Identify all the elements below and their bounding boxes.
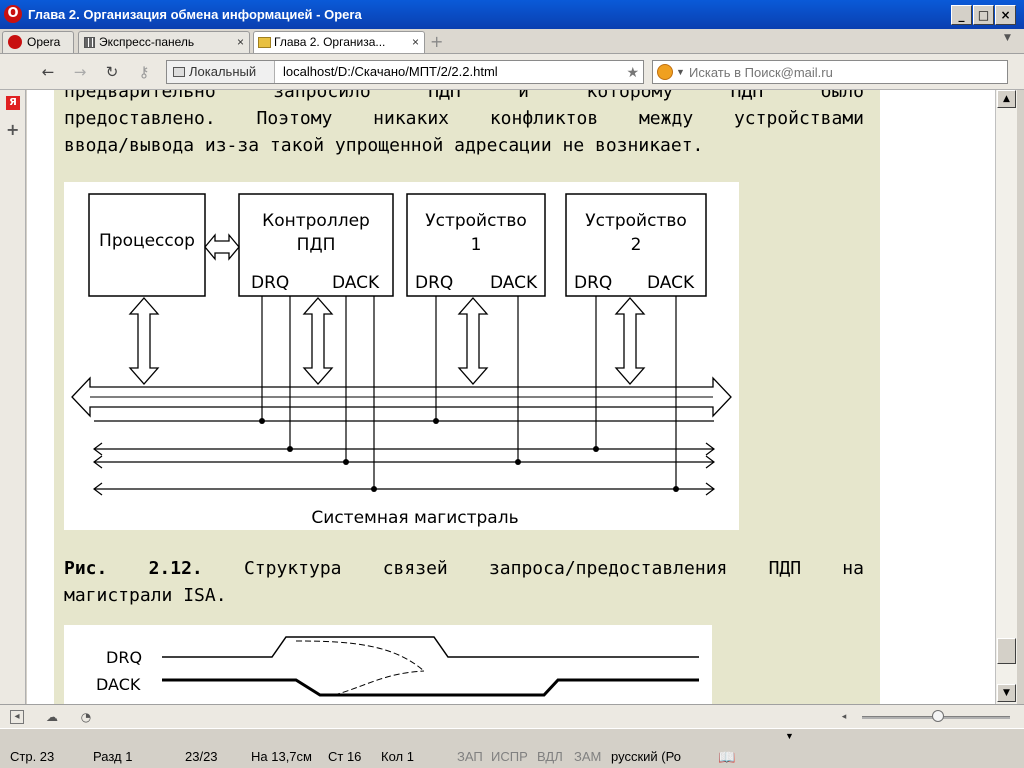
reload-icon[interactable]: ↻ bbox=[102, 62, 122, 82]
status-page: Стр. 23 bbox=[10, 749, 55, 764]
page-icon bbox=[258, 37, 271, 48]
document-body: предварительно запросило ПДП и которому … bbox=[54, 90, 880, 704]
cloud-icon[interactable]: ☁ bbox=[44, 709, 60, 725]
word-status-bar: ▼ Стр. 23 Разд 1 23/23 На 13,7см Ст 16 К… bbox=[0, 728, 1024, 768]
vertical-scrollbar[interactable]: ▲ ▼ bbox=[995, 90, 1017, 704]
tab-express-panel[interactable]: Экспресс-панель × bbox=[78, 31, 250, 53]
opera-bottom-bar: ◂ ☁ ◔ ◂ bbox=[0, 704, 1024, 728]
minimize-button[interactable]: _ bbox=[951, 5, 972, 25]
text-line: предварительно запросило ПДП и которому … bbox=[64, 90, 864, 102]
tab-chapter-2-label: Глава 2. Организа... bbox=[274, 35, 386, 49]
text-line: предоставлено. Поэтому никаких конфликто… bbox=[64, 108, 864, 129]
turbo-icon[interactable]: ◔ bbox=[78, 709, 94, 725]
device2-bus-arrow bbox=[614, 297, 646, 385]
processor-bus-arrow bbox=[128, 297, 160, 385]
address-bar[interactable]: Локальный localhost/D:/Скачано/МПТ/2/2.2… bbox=[166, 60, 644, 84]
yandex-icon[interactable]: Я bbox=[6, 96, 20, 110]
opera-menu-button[interactable]: Opera bbox=[2, 31, 74, 53]
back-arrow-icon[interactable]: ← bbox=[38, 62, 58, 82]
controller-label: ПДП bbox=[297, 235, 336, 255]
status-page-count: 23/23 bbox=[185, 749, 218, 764]
processor-label: Процессор bbox=[99, 231, 195, 251]
key-icon[interactable]: ⚷ bbox=[134, 62, 154, 82]
dack-label: DACK bbox=[647, 273, 695, 293]
figure-caption: Рис. 2.12. Структура связей запроса/пред… bbox=[64, 555, 864, 582]
processor-controller-arrow bbox=[204, 233, 240, 261]
spelling-book-icon[interactable]: 📖 bbox=[718, 749, 735, 766]
page-viewport: предварительно запросило ПДП и которому … bbox=[27, 90, 995, 704]
dack-label: DACK bbox=[490, 273, 538, 293]
status-section: Разд 1 bbox=[93, 749, 133, 764]
status-line: Ст 16 bbox=[328, 749, 362, 764]
tab-express-panel-label: Экспресс-панель bbox=[99, 35, 195, 49]
zoom-out-icon[interactable]: ◂ bbox=[836, 709, 852, 725]
tab-chapter-2[interactable]: Глава 2. Организа... × bbox=[253, 31, 425, 53]
toolbar-chevron-down-icon[interactable]: ▼ bbox=[785, 731, 794, 741]
caption-text: Структура связей запроса/предоставления … bbox=[202, 558, 864, 579]
forward-arrow-icon[interactable]: → bbox=[70, 62, 90, 82]
figure-diagram: Процессор Контроллер ПДП Устройство 1 Ус… bbox=[71, 193, 732, 528]
title-bar: O Глава 2. Организация обмена информацие… bbox=[0, 0, 1024, 29]
drq-label: DRQ bbox=[251, 273, 289, 293]
computer-icon bbox=[173, 67, 185, 77]
grid-icon bbox=[84, 37, 95, 48]
device1-bus-arrow bbox=[457, 297, 489, 385]
system-bus-label: Системная магистраль bbox=[311, 508, 518, 528]
window-title: Глава 2. Организация обмена информацией … bbox=[28, 7, 362, 22]
maximize-button[interactable]: □ bbox=[973, 5, 994, 25]
drq-label: DRQ bbox=[574, 273, 612, 293]
status-position: На 13,7см bbox=[251, 749, 312, 764]
device2-label: Устройство bbox=[585, 211, 687, 231]
tab-list-chevron-down-icon[interactable]: ▼ bbox=[1004, 33, 1011, 43]
close-tab-icon[interactable]: × bbox=[237, 32, 244, 52]
opera-logo-icon[interactable]: O bbox=[4, 5, 22, 23]
text-line: ввода/вывода из-за такой упрощенной адре… bbox=[64, 135, 704, 156]
scroll-down-button[interactable]: ▼ bbox=[997, 684, 1016, 702]
opera-menu-label: Opera bbox=[27, 35, 61, 49]
timing-diagram: DRQ DACK bbox=[96, 636, 699, 697]
status-language[interactable]: русский (Ро bbox=[611, 749, 681, 764]
side-panel: Я + bbox=[0, 90, 26, 704]
status-column: Кол 1 bbox=[381, 749, 414, 764]
timing-dack-label: DACK bbox=[96, 675, 141, 694]
figure-isa-dma-structure: Процессор Контроллер ПДП Устройство 1 Ус… bbox=[64, 182, 739, 530]
scrollbar-thumb[interactable] bbox=[997, 638, 1016, 664]
drq-label: DRQ bbox=[415, 273, 453, 293]
search-box[interactable]: ▼ bbox=[652, 60, 1008, 84]
device1-label: Устройство bbox=[425, 211, 527, 231]
security-zone-badge[interactable]: Локальный bbox=[167, 61, 275, 83]
controller-bus-arrow bbox=[302, 297, 334, 385]
close-tab-icon[interactable]: × bbox=[412, 32, 419, 52]
figure-caption-continued: магистрали ISA. bbox=[64, 585, 227, 606]
security-zone-label: Локальный bbox=[189, 64, 257, 79]
panel-toggle-icon[interactable]: ◂ bbox=[10, 710, 24, 724]
search-engine-chevron-down-icon[interactable]: ▼ bbox=[676, 61, 685, 83]
status-rec[interactable]: ЗАП bbox=[457, 749, 483, 764]
dack-label: DACK bbox=[332, 273, 380, 293]
search-engine-icon[interactable] bbox=[657, 64, 673, 80]
device2-label: 2 bbox=[631, 235, 642, 255]
opera-menu-icon bbox=[8, 35, 22, 49]
status-trk[interactable]: ИСПР bbox=[491, 749, 528, 764]
status-ovr[interactable]: ЗАМ bbox=[574, 749, 601, 764]
url-text[interactable]: localhost/D:/Скачано/МПТ/2/2.2.html bbox=[283, 61, 498, 83]
add-panel-icon[interactable]: + bbox=[6, 120, 19, 139]
tab-bar: Opera Экспресс-панель × Глава 2. Организ… bbox=[0, 29, 1024, 54]
caption-number: Рис. 2.12. bbox=[64, 558, 203, 579]
figure-timing-diagram: DRQ DACK bbox=[64, 625, 712, 704]
search-input[interactable] bbox=[689, 63, 999, 81]
controller-label: Контроллер bbox=[262, 211, 370, 231]
navigation-bar: ← → ↻ ⚷ Локальный localhost/D:/Скачано/М… bbox=[0, 54, 1024, 90]
new-tab-icon[interactable]: + bbox=[430, 32, 443, 51]
timing-drq-label: DRQ bbox=[106, 648, 142, 667]
bookmark-star-icon[interactable]: ★ bbox=[626, 61, 639, 83]
close-window-button[interactable]: × bbox=[995, 5, 1016, 25]
status-ext[interactable]: ВДЛ bbox=[537, 749, 563, 764]
zoom-slider-knob[interactable] bbox=[932, 710, 944, 722]
device1-label: 1 bbox=[471, 235, 482, 255]
scroll-up-button[interactable]: ▲ bbox=[997, 90, 1016, 108]
word-toolbar-strip bbox=[0, 729, 800, 739]
